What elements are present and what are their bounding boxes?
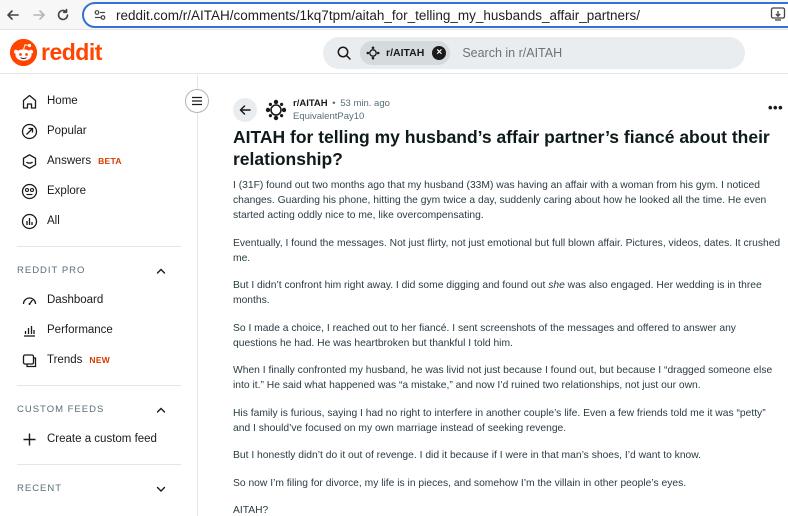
- trends-icon: [20, 351, 38, 369]
- post-paragraph: AITAH?: [233, 505, 269, 516]
- performance-icon: [20, 321, 38, 339]
- custom-feeds-section-header[interactable]: CUSTOM FEEDS: [17, 400, 167, 418]
- answers-icon: [20, 152, 38, 170]
- post-paragraph: So now I’m filing for divorce, my life i…: [233, 477, 687, 489]
- chevron-down-icon: [155, 482, 167, 494]
- post-paragraph: His family is furious, saying I had no r…: [233, 407, 766, 434]
- sidebar-item-label: Create a custom feed: [47, 433, 157, 445]
- reddit-snoo-icon: [10, 39, 37, 66]
- create-custom-feed-button[interactable]: Create a custom feed: [20, 428, 190, 450]
- subreddit-filter-chip[interactable]: r/AITAH ×: [360, 41, 451, 65]
- section-title: CUSTOM FEEDS: [17, 403, 105, 415]
- back-button[interactable]: [233, 98, 257, 122]
- browser-forward-icon[interactable]: [28, 4, 50, 26]
- chevron-up-icon: [155, 403, 167, 415]
- left-sidebar: Home Popular Answers BETA Explore All RE…: [0, 75, 198, 516]
- more-options-button[interactable]: •••: [768, 100, 783, 115]
- address-bar[interactable]: reddit.com/r/AITAH/comments/1kq7tpm/aita…: [82, 2, 788, 28]
- site-settings-icon[interactable]: [92, 7, 108, 23]
- browser-reload-icon[interactable]: [52, 4, 74, 26]
- sidebar-item-label: Performance: [47, 324, 113, 336]
- chip-label: r/AITAH: [386, 47, 425, 59]
- sidebar-item-label: Answers: [47, 155, 92, 167]
- reddit-wordmark: reddit: [41, 39, 102, 65]
- hamburger-icon: [192, 96, 202, 106]
- post-title: AITAH for telling my husband’s affair pa…: [233, 127, 770, 169]
- meta-separator: •: [332, 98, 336, 109]
- post-time: 53 min. ago: [340, 98, 390, 109]
- sidebar-item-label: Explore: [47, 185, 86, 197]
- post-paragraph: So I made a choice, I reached out to her…: [233, 322, 736, 349]
- sidebar-item-performance[interactable]: Performance: [20, 319, 190, 341]
- sidebar-item-explore[interactable]: Explore: [20, 180, 190, 202]
- post-paragraph: But I honestly didn’t do it out of reven…: [233, 450, 702, 461]
- section-title: REDDIT PRO: [17, 264, 86, 276]
- menu-toggle-button[interactable]: [185, 89, 209, 113]
- sidebar-divider: [17, 464, 181, 465]
- post-paragraph: But I didn’t confront him right away. I …: [233, 278, 781, 308]
- site-header: reddit r/AITAH × Search in r/AITAH: [0, 31, 788, 74]
- search-bar[interactable]: r/AITAH × Search in r/AITAH: [323, 37, 745, 69]
- sidebar-item-label: Home: [47, 95, 78, 107]
- author-link[interactable]: EquivalentPay10: [293, 111, 364, 122]
- emphasis-text: she: [548, 280, 565, 291]
- explore-icon: [20, 182, 38, 200]
- sidebar-item-answers[interactable]: Answers BETA: [20, 150, 190, 172]
- sidebar-divider: [17, 246, 181, 247]
- text-run: But I didn’t confront him right away. I …: [233, 280, 549, 291]
- new-badge: NEW: [89, 355, 111, 365]
- close-icon[interactable]: ×: [432, 46, 447, 60]
- search-input[interactable]: Search in r/AITAH: [462, 46, 562, 60]
- all-icon: [20, 212, 38, 230]
- plus-icon: [20, 430, 38, 448]
- browser-back-icon[interactable]: [2, 4, 24, 26]
- sidebar-item-home[interactable]: Home: [20, 90, 190, 112]
- subreddit-avatar-icon[interactable]: [265, 99, 287, 121]
- post-paragraph: I (31F) found out two months ago that my…: [233, 180, 767, 221]
- post-paragraph: Eventually, I found the messages. Not ju…: [233, 237, 781, 264]
- subreddit-link[interactable]: r/AITAH: [293, 98, 328, 109]
- chevron-up-icon: [155, 264, 167, 276]
- post-body: I (31F) found out two months ago that my…: [233, 178, 781, 516]
- sidebar-divider: [17, 385, 181, 386]
- sidebar-item-popular[interactable]: Popular: [20, 120, 190, 142]
- sidebar-item-label: Popular: [47, 125, 87, 137]
- section-title: RECENT: [17, 482, 63, 494]
- reddit-logo[interactable]: reddit: [10, 39, 102, 66]
- reddit-pro-section-header[interactable]: REDDIT PRO: [17, 261, 167, 279]
- subreddit-icon: [366, 46, 380, 60]
- beta-badge: BETA: [98, 156, 122, 166]
- sidebar-item-label: Dashboard: [47, 294, 104, 306]
- recent-section-header[interactable]: RECENT: [17, 479, 167, 497]
- dashboard-icon: [20, 291, 38, 309]
- sidebar-item-label: Trends: [47, 354, 83, 366]
- install-app-icon[interactable]: [770, 6, 786, 22]
- home-icon: [20, 92, 38, 110]
- sidebar-item-all[interactable]: All: [20, 210, 190, 232]
- sidebar-item-dashboard[interactable]: Dashboard: [20, 289, 190, 311]
- sidebar-item-trends[interactable]: Trends NEW: [20, 349, 190, 371]
- search-icon: [336, 45, 352, 61]
- arrow-left-icon: [239, 105, 251, 115]
- post-meta: r/AITAH • 53 min. ago: [293, 98, 390, 109]
- popular-icon: [20, 122, 38, 140]
- post-paragraph: When I finally confronted my husband, he…: [233, 365, 773, 391]
- url-text: reddit.com/r/AITAH/comments/1kq7tpm/aita…: [116, 7, 641, 23]
- sidebar-item-label: All: [47, 215, 60, 227]
- browser-toolbar: reddit.com/r/AITAH/comments/1kq7tpm/aita…: [0, 0, 788, 30]
